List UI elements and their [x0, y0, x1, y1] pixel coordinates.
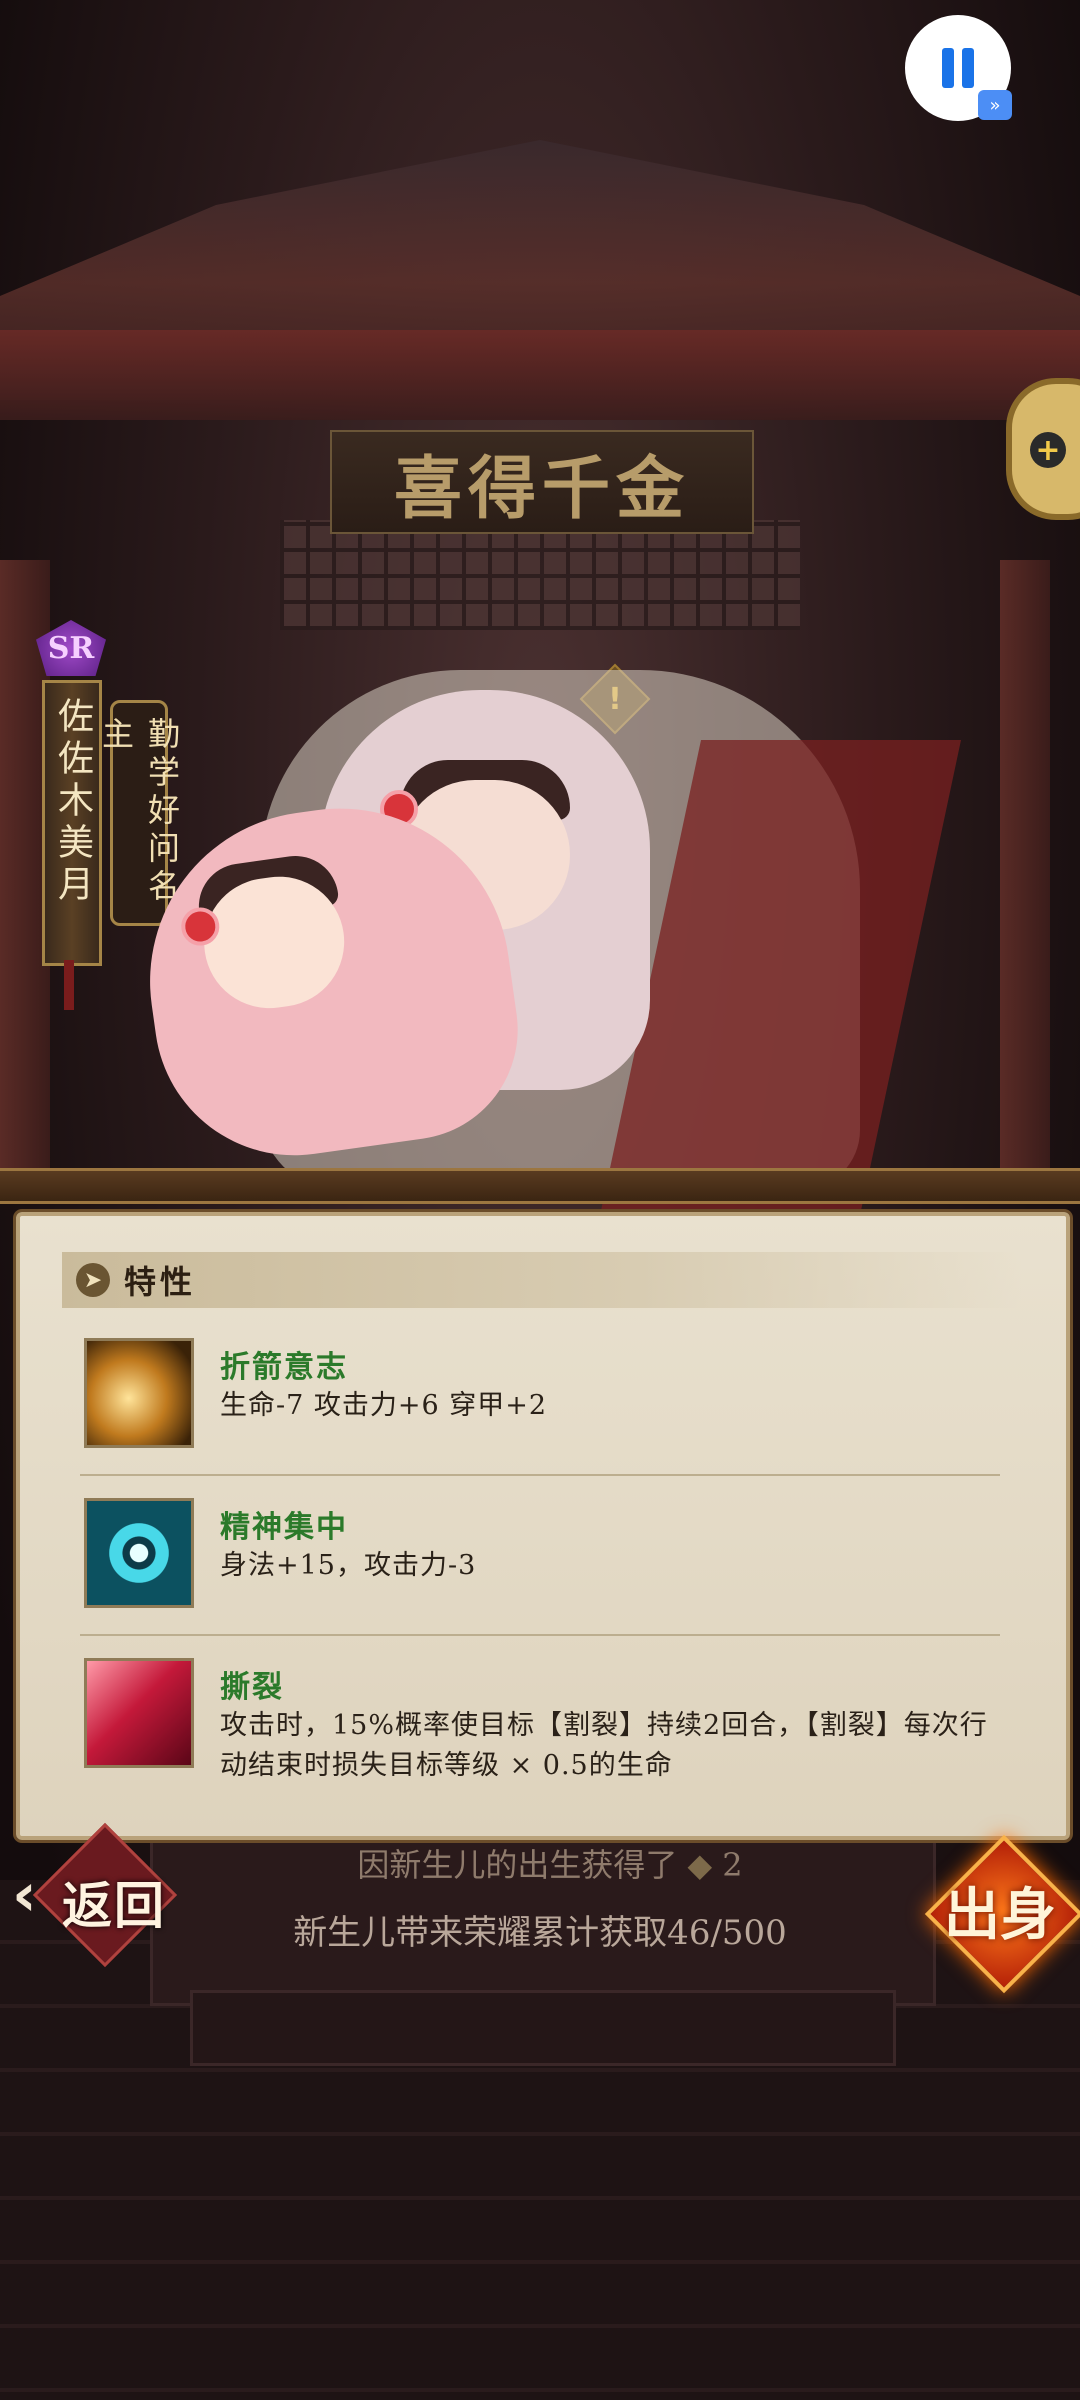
title-plaque: 喜得千金: [330, 430, 754, 534]
back-button[interactable]: ‹ 返回: [4, 1822, 184, 1968]
panel-top-border: [0, 1168, 1080, 1204]
pause-icon-bar: [962, 48, 974, 88]
pause-icon: [942, 48, 954, 88]
page-title: 喜得千金: [393, 448, 690, 529]
trait-name: 折箭意志: [220, 1350, 348, 1385]
birth-reward-label: 因新生儿的出生获得了: [357, 1846, 678, 1884]
birth-button-label: 出身: [944, 1882, 1056, 1948]
birth-button[interactable]: 出身: [924, 1834, 1080, 1994]
tassel-ornament: [64, 960, 74, 1010]
trait-desc: 身法+15，攻击力-3: [220, 1550, 477, 1581]
trait-row[interactable]: 撕裂 攻击时，15%概率使目标【割裂】持续2回合，【割裂】每次行动结束时损失目标…: [80, 1646, 1000, 1796]
newborn-illustration: [128, 650, 962, 1220]
lattice-window: [280, 520, 800, 630]
altar-base: [190, 1990, 896, 2066]
reward-icon: ◆: [687, 1846, 713, 1884]
eye-icon: [84, 1498, 194, 1608]
character-name: 佐佐木美月: [52, 697, 93, 907]
back-button-label: 返回: [62, 1876, 166, 1935]
glory-progress-text: 新生儿带来荣耀累计获取46/500: [293, 1913, 787, 1953]
add-icon: +: [1030, 432, 1066, 468]
traits-header-label: 特性: [124, 1263, 197, 1301]
chevron-left-icon: ‹: [12, 1860, 37, 1930]
birth-reward-text: 因新生儿的出生获得了 ◆ 2: [290, 1840, 810, 1886]
trait-name: 精神集中: [220, 1510, 348, 1545]
spear-icon: [84, 1338, 194, 1448]
temple-eave: [0, 330, 1080, 420]
arrow-right-icon: ➤: [76, 1263, 110, 1297]
trait-desc: 生命-7 攻击力+6 穿甲+2: [220, 1390, 548, 1421]
traits-panel: ➤ 特性 折箭意志 生命-7 攻击力+6 穿甲+2 精神集中 身法+15，攻击力…: [16, 1212, 1070, 1840]
panda-avatar-button[interactable]: +: [1006, 378, 1080, 520]
divider: [80, 1634, 1000, 1636]
trait-desc: 攻击时，15%概率使目标【割裂】持续2回合，【割裂】每次行动结束时损失目标等级 …: [220, 1710, 988, 1781]
trait-row[interactable]: 折箭意志 生命-7 攻击力+6 穿甲+2: [80, 1326, 1000, 1476]
trait-row[interactable]: 精神集中 身法+15，攻击力-3: [80, 1486, 1000, 1636]
temple-pillar-right: [1000, 560, 1050, 1180]
traits-header: ➤ 特性: [62, 1252, 1022, 1308]
claw-icon: [84, 1658, 194, 1768]
divider: [80, 1474, 1000, 1476]
birth-reward-value: 2: [722, 1846, 743, 1884]
trait-name: 撕裂: [220, 1670, 284, 1705]
fast-forward-icon[interactable]: »: [978, 90, 1012, 120]
